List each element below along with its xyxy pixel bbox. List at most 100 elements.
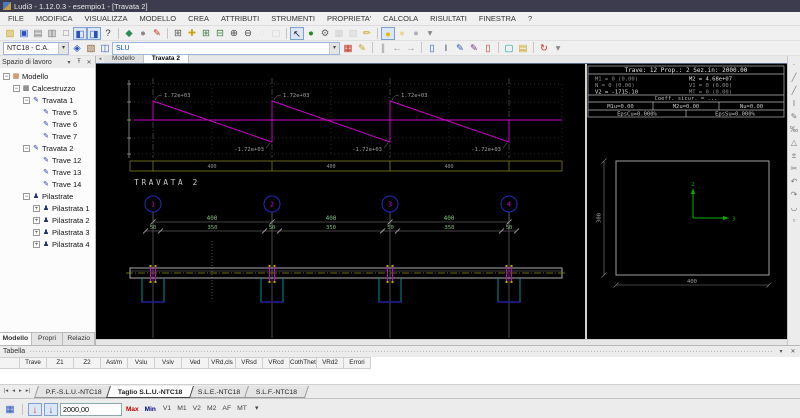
drawing-canvas[interactable]: 1.72e+03 1.72e+03 1.72e+03 -1.72e+03 -1.… (96, 64, 585, 339)
norm-combo[interactable]: NTC18 - C.A. ▾ (3, 41, 69, 55)
tree-item-pilastrata-1[interactable]: + ♟ Pilastrata 1 (0, 202, 95, 214)
open-icon[interactable]: ▨ (3, 27, 17, 40)
tree-expander[interactable]: + (33, 204, 40, 212)
canvas-tab-travata-2[interactable]: Travata 2 (143, 55, 189, 63)
threshold-input[interactable] (60, 402, 122, 416)
table-column-header[interactable]: Z2 (74, 357, 101, 369)
dot-tool-icon[interactable]: · (789, 58, 800, 71)
fit-view-icon[interactable]: ▢ (269, 27, 283, 40)
more-tools-icon[interactable]: ▫ (789, 214, 800, 227)
pan-icon[interactable]: ◌ (255, 27, 269, 40)
grid-icon[interactable]: ⊞ (171, 27, 185, 40)
menu-crea[interactable]: CREA (182, 12, 215, 25)
result-toggle[interactable]: M2 (204, 403, 219, 415)
tree-expander[interactable]: − (23, 96, 30, 104)
redo-tool-icon[interactable]: ↷ (789, 188, 800, 201)
preview-icon[interactable]: □ (59, 27, 73, 40)
sheet-view-icon[interactable]: ▧ (346, 27, 360, 40)
collapse-icon[interactable]: ⊟ (213, 27, 227, 40)
chevron-down-icon[interactable]: ▾ (58, 42, 68, 54)
tree-expander[interactable]: − (13, 84, 20, 92)
sidebar-tab-relazione[interactable]: Relazio (63, 333, 96, 345)
materials-icon[interactable]: ▧ (84, 42, 98, 55)
select-icon[interactable]: ↖ (290, 26, 304, 40)
refresh-icon[interactable]: ↻ (537, 42, 551, 55)
check-edit-icon[interactable]: ✎ (355, 42, 369, 55)
cut-tool-icon[interactable]: ✂ (789, 162, 800, 175)
tree-item-pilastrata-3[interactable]: + ♟ Pilastrata 3 (0, 226, 95, 238)
result-toggle[interactable]: V1 (160, 403, 174, 415)
window-model-icon[interactable]: ◧ (73, 26, 87, 40)
table-column-header[interactable]: CothTheta (290, 357, 317, 369)
tree-item-trave-14[interactable]: ✎ Trave 14 (0, 178, 95, 190)
table-column-header[interactable]: Trave (20, 357, 47, 369)
window-split-icon[interactable]: ◨ (87, 26, 101, 40)
table-body[interactable] (0, 369, 800, 385)
line-tool-icon[interactable]: ╱ (789, 71, 800, 84)
tree-expander[interactable]: − (3, 72, 10, 80)
last-sheet-button[interactable]: ▸| (24, 386, 32, 397)
table-column-header[interactable]: Ved (182, 357, 209, 369)
tree-item-trave-7[interactable]: ✎ Trave 7 (0, 130, 95, 142)
report-icon[interactable]: ▤ (516, 42, 530, 55)
menu-file[interactable]: FILE (2, 12, 30, 25)
tree-expander[interactable]: + (33, 216, 40, 224)
prev-sheet-button[interactable]: ◂ (10, 386, 17, 397)
chevron-down-icon[interactable]: ▾ (65, 59, 73, 66)
rebar-icon[interactable]: ▯ (425, 42, 439, 55)
lamp-off-icon[interactable]: ● (409, 27, 423, 40)
tree-item-trave-5[interactable]: ✎ Trave 5 (0, 106, 95, 118)
menu-help[interactable]: ? (522, 12, 538, 25)
tab-scroll-left-button[interactable]: ◂ (96, 56, 104, 63)
move-icon[interactable]: ✚ (185, 27, 199, 40)
table-column-header[interactable]: Z1 (47, 357, 74, 369)
sections-icon[interactable]: ◫ (98, 42, 112, 55)
solid-view-icon[interactable]: ◆ (122, 27, 136, 40)
draw-icon[interactable]: ✎ (150, 27, 164, 40)
row1-overflow-icon[interactable]: ▾ (423, 27, 437, 40)
table-column-header[interactable]: Vslu (128, 357, 155, 369)
tree-expander[interactable]: − (23, 144, 30, 152)
tree-item-trave-6[interactable]: ✎ Trave 6 (0, 118, 95, 130)
norm-check-icon[interactable]: ◈ (70, 42, 84, 55)
save-icon[interactable]: ▣ (17, 27, 31, 40)
tree-item-trave-12[interactable]: ✎ Trave 12 (0, 154, 95, 166)
pin-icon[interactable]: Ŧ (75, 59, 83, 65)
ratio-tool-icon[interactable]: ‰ (789, 123, 800, 136)
sidebar-tab-modello[interactable]: Modello (0, 333, 32, 345)
min-button[interactable]: Min (143, 406, 158, 413)
menu-risultati[interactable]: RISULTATI (424, 12, 473, 25)
menu-modifica[interactable]: MODIFICA (30, 12, 79, 25)
table-column-header[interactable]: Ast/m (101, 357, 128, 369)
render-icon[interactable]: ● (304, 27, 318, 40)
table-column-header[interactable]: VRcd (263, 357, 290, 369)
calc-table-icon[interactable]: ▦ (341, 42, 355, 55)
menu-finestra[interactable]: FINESTRA (473, 12, 522, 25)
expand-icon[interactable]: ⊞ (199, 27, 213, 40)
sheet-tab-slf[interactable]: S.L.F.-NTC18 (244, 385, 310, 398)
sheet-tab-pf-slu[interactable]: P.F.-S.L.U.-NTC18 (33, 385, 114, 398)
undo-tool-icon[interactable]: ↶ (789, 175, 800, 188)
tree-expander[interactable]: + (33, 228, 40, 236)
table-tool-icon[interactable]: ▦ (3, 403, 17, 416)
result-toggle[interactable]: M1 (174, 403, 189, 415)
step-back-icon[interactable]: ← (390, 42, 404, 55)
tree-expander[interactable]: + (33, 240, 40, 248)
max-button[interactable]: Max (124, 406, 141, 413)
pencil-tool-icon[interactable]: ✎ (789, 110, 800, 123)
mesh-view-icon[interactable]: ● (136, 27, 150, 40)
tree-item-pilastrate[interactable]: − ♟ Pilastrate (0, 190, 95, 202)
plusminus-tool-icon[interactable]: ± (789, 149, 800, 162)
pen-purple-icon[interactable]: ✎ (467, 42, 481, 55)
tree-item-calcestruzzo[interactable]: − ▩ Calcestruzzo (0, 82, 95, 94)
pen-blue-icon[interactable]: ✎ (453, 42, 467, 55)
print-icon[interactable]: ▥ (45, 27, 59, 40)
sort-asc-icon[interactable]: ↓ (44, 402, 58, 416)
box-red-icon[interactable]: ▯ (481, 42, 495, 55)
settings-icon[interactable]: ⚙ (318, 27, 332, 40)
stirrup-icon[interactable]: Ι (439, 42, 453, 55)
close-icon[interactable]: ✕ (789, 348, 797, 355)
tree-item-pilastrata-2[interactable]: + ♟ Pilastrata 2 (0, 214, 95, 226)
status-overflow-icon[interactable]: ▾ (252, 403, 261, 415)
table-column-header[interactable]: VRsd (236, 357, 263, 369)
